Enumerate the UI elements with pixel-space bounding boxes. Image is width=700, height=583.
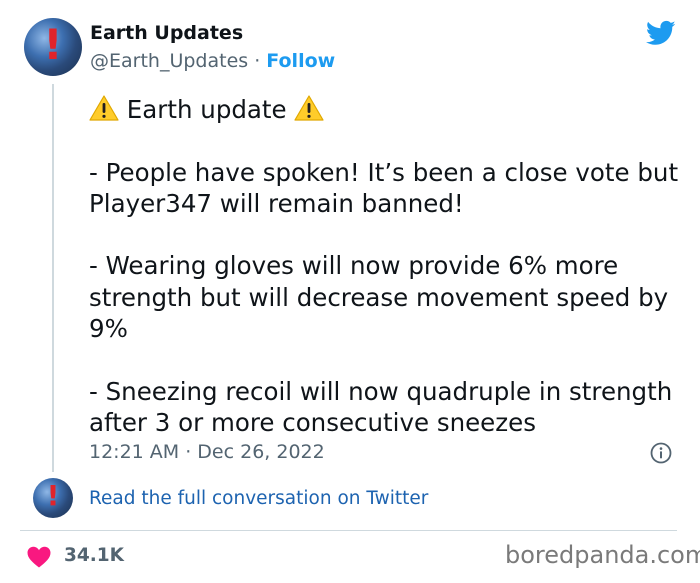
tweet-paragraph: - People have spoken! It’s been a close … — [89, 157, 679, 218]
heart-icon[interactable] — [26, 545, 52, 569]
warning-emoji-icon — [89, 95, 119, 121]
like-count[interactable]: 34.1K — [64, 545, 124, 566]
info-icon[interactable] — [650, 442, 672, 464]
warning-emoji-icon — [294, 95, 325, 121]
twitter-bird-icon[interactable] — [644, 18, 678, 48]
tweet-text: Earth update - People have spoken! It’s … — [89, 94, 689, 438]
author-avatar[interactable]: ! — [24, 18, 82, 76]
conversation-avatar[interactable]: ! — [33, 478, 73, 518]
author-handle[interactable]: @Earth_Updates — [90, 50, 248, 72]
author-handle-row: @Earth_Updates · Follow — [90, 50, 335, 72]
avatar-exclamation-mark: ! — [46, 479, 60, 512]
read-conversation-link[interactable]: Read the full conversation on Twitter — [89, 488, 428, 509]
tweet-paragraph: - Sneezing recoil will now quadruple in … — [89, 376, 673, 437]
follow-button[interactable]: Follow — [266, 50, 335, 72]
tweet-paragraph: - Wearing gloves will now provide 6% mor… — [89, 251, 669, 344]
tweet-header-text: Earth update — [126, 95, 287, 124]
watermark: boredpanda.com — [505, 541, 700, 569]
divider — [20, 530, 677, 531]
tweet-header: Earth update — [89, 95, 325, 124]
avatar-exclamation-mark: ! — [43, 20, 63, 69]
author-name[interactable]: Earth Updates — [90, 22, 243, 44]
thread-line — [52, 84, 54, 472]
tweet-timestamp[interactable]: 12:21 AM · Dec 26, 2022 — [89, 441, 325, 463]
handle-separator: · — [248, 50, 267, 72]
